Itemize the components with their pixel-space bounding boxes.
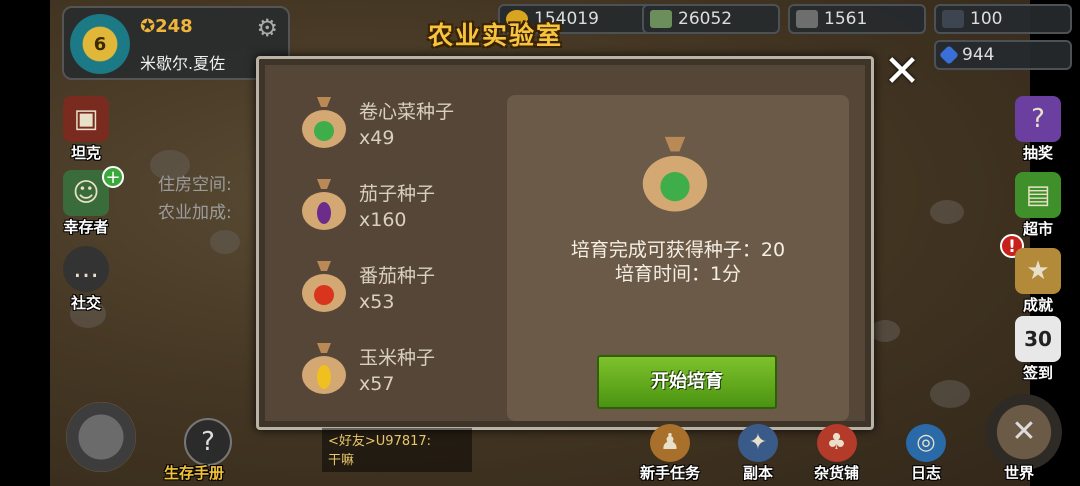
chat-preview[interactable]: <好友>U97817: 干嘛	[322, 428, 472, 472]
bottom-item-label: 新手任务	[640, 464, 701, 482]
menu-social-label: 社交	[70, 294, 101, 312]
bottom-item-label: 世界	[1004, 464, 1035, 482]
diamond-icon	[939, 45, 959, 65]
menu-survivor-label: 幸存者	[63, 218, 109, 236]
gift-box-icon: ?	[1015, 96, 1061, 142]
bottom-item-label: 生存手册	[164, 464, 225, 482]
steel-counter[interactable]: 100	[934, 4, 1072, 34]
close-icon[interactable]: ✕	[880, 50, 924, 94]
world-icon[interactable]: ✕	[986, 394, 1062, 470]
seed-count: x49	[359, 127, 395, 149]
dialog-body: 卷心菜种子 x49 茄子种子 x160 番茄种子 x53 玉米种子 x57 培育…	[269, 69, 861, 421]
steel-ingot-icon	[942, 10, 964, 28]
seed-item-corn[interactable]: 玉米种子 x57	[289, 333, 489, 415]
menu-checkin-label: 签到	[1022, 364, 1053, 382]
cabbage-seed-bag-icon	[642, 136, 708, 212]
seed-count: x53	[359, 291, 395, 313]
menu-social[interactable]: … 社交	[54, 246, 118, 313]
reward-text: 培育完成可获得种子：20	[570, 239, 786, 261]
grocery-icon: ♣	[816, 424, 857, 462]
iron-ingot-icon	[796, 10, 818, 28]
bottom-item-quests[interactable]: ♟ 新手任务	[640, 424, 700, 483]
level-value: 6	[93, 33, 107, 55]
menu-shop[interactable]: ▤ 超市	[1006, 172, 1070, 239]
seed-count: x160	[359, 209, 407, 231]
player-name: 米歇尔.夏佐	[140, 54, 226, 73]
bottom-item-manual[interactable]: 生存手册	[164, 462, 224, 483]
seed-list: 卷心菜种子 x49 茄子种子 x160 番茄种子 x53 玉米种子 x57	[289, 87, 489, 415]
question-icon[interactable]: ?	[184, 418, 232, 466]
start-cultivate-button[interactable]: 开始培育	[597, 355, 777, 409]
bottom-item-grocery[interactable]: ♣ 杂货铺	[814, 424, 859, 483]
corn-seed-bag-icon	[302, 343, 346, 394]
letterbox-left	[0, 0, 50, 486]
log-icon: ◎	[906, 424, 946, 462]
tomato-seed-bag-icon	[302, 261, 346, 312]
calendar-icon: 30	[1015, 316, 1061, 362]
menu-tank-label: 坦克	[70, 144, 101, 162]
cabbage-seed-bag-icon	[302, 97, 346, 148]
seed-item-eggplant[interactable]: 茄子种子 x160	[289, 169, 489, 251]
dungeon-icon: ✦	[738, 424, 778, 462]
star-trophy-icon: ★	[1015, 248, 1061, 294]
chat-message: 干嘛	[328, 453, 355, 468]
menu-achievements[interactable]: ★ 成就	[1006, 248, 1070, 315]
seed-name: 茄子种子	[359, 183, 436, 205]
star-value: 248	[155, 16, 193, 37]
gem-counter[interactable]: 944	[934, 40, 1072, 70]
gear-icon[interactable]: ⚙	[256, 14, 278, 42]
menu-lottery[interactable]: ? 抽奖	[1006, 96, 1070, 163]
seed-detail-panel: 培育完成可获得种子：20 培育时间：1分 开始培育	[507, 95, 849, 421]
time-text: 培育时间：1分	[614, 263, 742, 285]
cash-value: 26052	[678, 9, 733, 29]
seed-count: x57	[359, 373, 395, 395]
bottom-item-world[interactable]: 世界	[1004, 462, 1034, 483]
iron-counter[interactable]: 1561	[788, 4, 926, 34]
bottom-item-label: 副本	[742, 464, 773, 482]
cash-icon	[650, 10, 672, 28]
shop-crate-icon: ▤	[1015, 172, 1061, 218]
gem-value: 944	[962, 45, 995, 65]
plus-icon[interactable]: +	[102, 166, 124, 188]
dialog-title: 农业实验室	[428, 21, 564, 50]
iron-value: 1561	[824, 9, 868, 29]
seed-name: 玉米种子	[359, 347, 436, 369]
hammer-build-button[interactable]	[66, 402, 136, 472]
menu-achievements-label: 成就	[1022, 296, 1053, 314]
bottom-item-log[interactable]: ◎ 日志	[906, 424, 946, 483]
menu-checkin[interactable]: 30 签到	[1006, 316, 1070, 383]
seed-name: 番茄种子	[359, 265, 436, 287]
bottom-item-label: 杂货铺	[814, 464, 860, 482]
seed-name: 卷心菜种子	[359, 101, 455, 123]
tank-icon: ▣	[63, 96, 109, 142]
farm-lab-dialog: 卷心菜种子 x49 茄子种子 x160 番茄种子 x53 玉米种子 x57 培育…	[256, 56, 874, 430]
level-badge: 6	[70, 14, 130, 74]
menu-tank[interactable]: ▣ 坦克	[54, 96, 118, 163]
seed-item-tomato[interactable]: 番茄种子 x53	[289, 251, 489, 333]
chat-sender: <好友>U97817:	[328, 434, 432, 449]
steel-value: 100	[970, 9, 1003, 29]
cash-counter[interactable]: 26052	[642, 4, 780, 34]
quest-icon: ♟	[650, 424, 690, 462]
chat-bubble-icon: …	[63, 246, 109, 292]
star-count: ✪248	[140, 16, 193, 37]
eggplant-seed-bag-icon	[302, 179, 346, 230]
calendar-day: 30	[1024, 327, 1052, 351]
bottom-item-label: 日志	[910, 464, 941, 482]
menu-lottery-label: 抽奖	[1022, 144, 1053, 162]
bottom-item-dungeon[interactable]: ✦ 副本	[738, 424, 778, 483]
seed-item-cabbage[interactable]: 卷心菜种子 x49	[289, 87, 489, 169]
